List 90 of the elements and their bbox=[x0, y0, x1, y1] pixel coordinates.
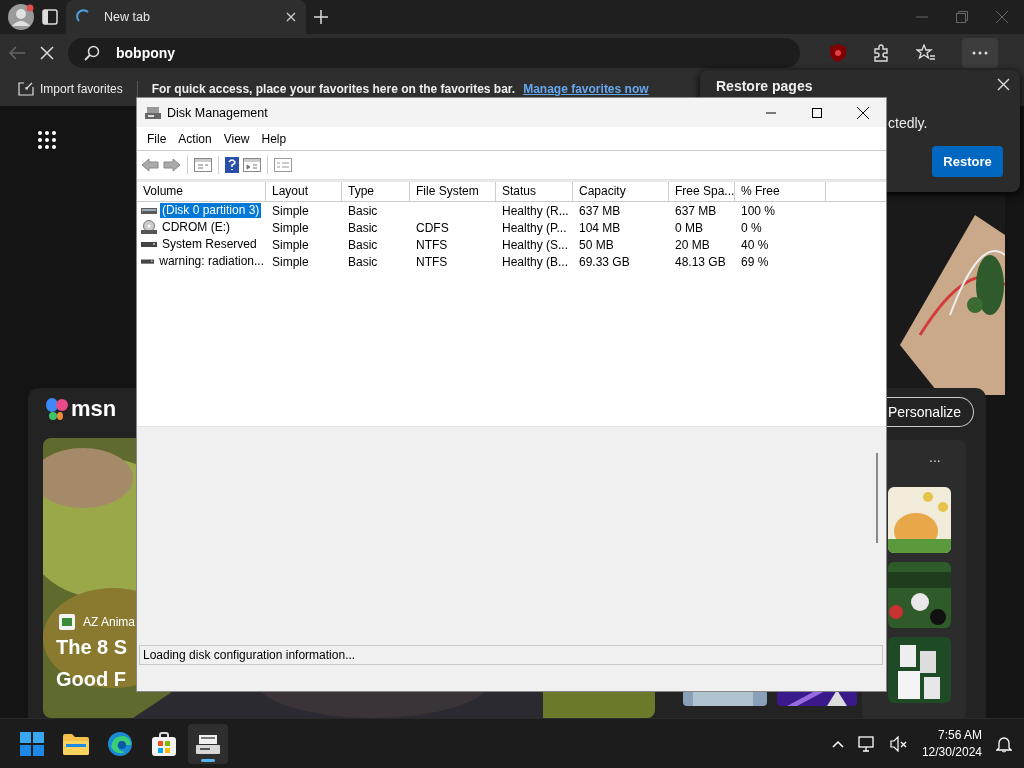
table-cell-text: Basic bbox=[347, 203, 379, 218]
news-headline[interactable]: Good F bbox=[56, 668, 126, 691]
drive-icon bbox=[141, 258, 155, 265]
table-cell-text: Basic bbox=[347, 220, 379, 235]
restore-button[interactable]: Restore bbox=[932, 146, 1003, 177]
forward-arrow-icon[interactable] bbox=[163, 158, 181, 172]
more-menu-button[interactable] bbox=[962, 38, 998, 68]
table-cell-text: Simple bbox=[271, 237, 310, 252]
disk-drive-icon bbox=[196, 732, 220, 755]
chevron-up-icon[interactable] bbox=[831, 739, 844, 748]
table-cell-text: 69 % bbox=[740, 254, 770, 269]
folder-icon bbox=[63, 732, 89, 755]
disk-drive-icon bbox=[145, 105, 161, 120]
table-cell-text: 48.13 GB bbox=[674, 254, 727, 269]
manage-favorites-link[interactable]: Manage favorites now bbox=[523, 82, 649, 96]
popup-message: ctedly. bbox=[888, 115, 928, 131]
news-headline[interactable]: The 8 S bbox=[56, 636, 128, 659]
table-cell-text: Healthy (R... bbox=[501, 203, 570, 218]
profile-avatar-icon[interactable] bbox=[8, 4, 34, 30]
taskbar-app-button[interactable] bbox=[188, 723, 228, 764]
extensions-icon[interactable] bbox=[872, 44, 890, 62]
import-favorites-button[interactable]: Import favorites bbox=[12, 81, 138, 97]
edge-logo-icon bbox=[107, 730, 133, 757]
table-cell-text: 69.33 GB bbox=[578, 254, 631, 269]
notification-bell-icon[interactable] bbox=[996, 734, 1012, 753]
menu-item[interactable]: View bbox=[217, 131, 256, 146]
more-options-icon[interactable]: ... bbox=[929, 449, 941, 465]
table-cell-text: NTFS bbox=[415, 254, 449, 269]
table-cell-text: Simple bbox=[271, 203, 310, 218]
source-logo-icon bbox=[59, 614, 75, 630]
table-cell-text: 40 % bbox=[740, 237, 770, 252]
window-title: Disk Management bbox=[167, 105, 268, 120]
table-cell-text: Healthy (B... bbox=[501, 254, 570, 269]
shield-extension-icon[interactable] bbox=[830, 44, 846, 62]
msn-logo-text[interactable]: msn bbox=[71, 396, 117, 422]
menu-item[interactable]: Help bbox=[255, 131, 293, 146]
import-icon bbox=[18, 82, 34, 96]
network-icon[interactable] bbox=[857, 735, 876, 752]
table-cell-text: Simple bbox=[271, 220, 310, 235]
table-cell-text: 0 MB bbox=[674, 220, 704, 235]
search-icon bbox=[84, 45, 100, 61]
table-cell-text: 637 MB bbox=[578, 203, 622, 218]
address-field[interactable]: bobpony bbox=[68, 38, 800, 68]
tab-actions-icon[interactable] bbox=[42, 9, 58, 25]
clock-date[interactable]: 12/30/2024 bbox=[921, 743, 982, 761]
status-text: Loading disk configuration information... bbox=[143, 648, 356, 662]
table-cell-text: 637 MB bbox=[674, 203, 718, 218]
table-cell-text: Basic bbox=[347, 254, 379, 269]
personalize-button[interactable]: Personalize bbox=[887, 397, 975, 427]
table-cell-text: 104 MB bbox=[578, 220, 622, 235]
list-view-icon[interactable] bbox=[274, 158, 292, 172]
new-tab-icon[interactable] bbox=[314, 10, 328, 24]
store-bag-icon bbox=[152, 731, 176, 756]
table-cell-text: 0 % bbox=[740, 220, 763, 235]
help-icon[interactable] bbox=[225, 157, 239, 173]
table-cell-text: 100 % bbox=[740, 203, 777, 218]
restore-window-icon[interactable] bbox=[956, 11, 968, 23]
table-cell-text: CDFS bbox=[415, 220, 450, 235]
volume-muted-icon[interactable] bbox=[889, 735, 908, 752]
volume-name[interactable]: warning: radiation... bbox=[157, 254, 266, 269]
volume-name[interactable]: (Disk 0 partition 3) bbox=[160, 203, 262, 218]
drive-icon bbox=[141, 241, 157, 248]
menu-item[interactable]: Action bbox=[172, 131, 218, 146]
favorites-bar-message: For quick access, place your favorites here on the favorites bar. bbox=[151, 82, 516, 96]
table-cell-text: Simple bbox=[271, 254, 310, 269]
back-arrow-icon[interactable] bbox=[8, 45, 26, 61]
table-cell-text: Healthy (S... bbox=[501, 237, 570, 252]
menu-item[interactable]: File bbox=[141, 131, 173, 146]
table-cell-text: Basic bbox=[347, 237, 379, 252]
apps-grid-icon[interactable] bbox=[38, 131, 56, 149]
windows-logo-icon bbox=[20, 731, 44, 756]
panel-view-icon[interactable] bbox=[243, 158, 261, 172]
table-cell-text: 20 MB bbox=[674, 237, 711, 252]
table-cell-text: Healthy (P... bbox=[501, 220, 568, 235]
scrollbar[interactable] bbox=[876, 453, 878, 543]
stop-loading-icon[interactable] bbox=[40, 46, 54, 60]
butterfly-logo-icon bbox=[45, 397, 69, 421]
table-cell-text: NTFS bbox=[415, 237, 449, 252]
back-arrow-icon[interactable] bbox=[141, 158, 159, 172]
volume-name[interactable]: CDROM (E:) bbox=[160, 220, 232, 235]
more-icon bbox=[972, 51, 988, 55]
table-cell-text: 50 MB bbox=[578, 237, 615, 252]
browser-tab[interactable]: New tab bbox=[66, 0, 306, 34]
popup-title: Restore pages bbox=[716, 78, 813, 94]
news-source: AZ Anima bbox=[83, 615, 136, 629]
clock-time[interactable]: 7:56 AM bbox=[937, 726, 982, 744]
favorites-icon[interactable] bbox=[916, 44, 936, 62]
volume-name[interactable]: System Reserved bbox=[160, 237, 259, 252]
properties-icon[interactable] bbox=[194, 158, 212, 172]
cd-drive-icon bbox=[141, 220, 157, 235]
